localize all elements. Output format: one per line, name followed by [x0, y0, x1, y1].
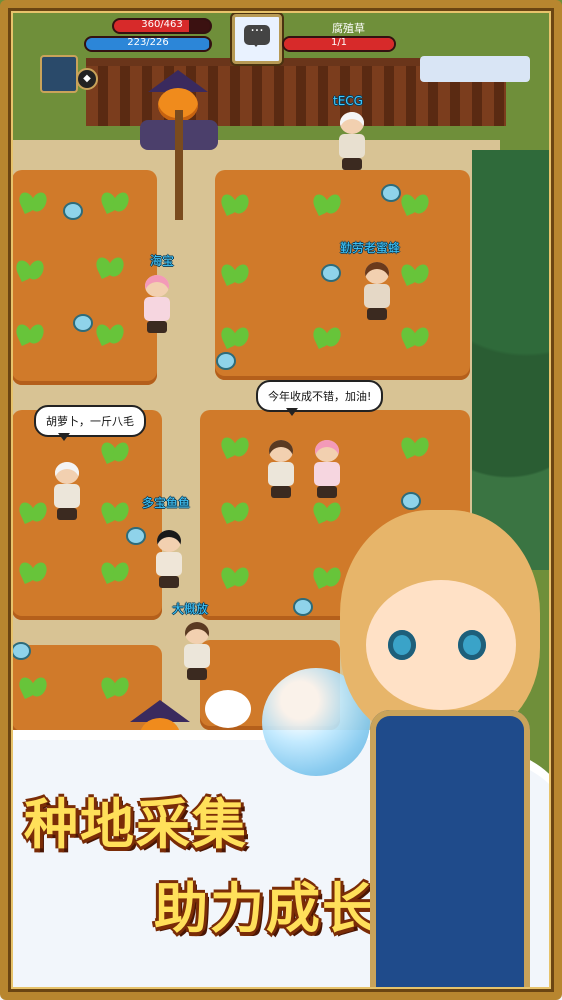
frost-herb[interactable] [62, 200, 84, 220]
frost-herb[interactable] [400, 490, 422, 510]
hp-text: 360/463 [141, 19, 183, 30]
chat-bubble-icon: ··· [244, 24, 270, 47]
character-legs [147, 321, 167, 333]
speech-bubble-left: 胡萝卜，一斤八毛 [34, 405, 146, 441]
mp-text: 223/226 [127, 37, 169, 48]
pine-trees [472, 150, 562, 570]
frost-herb[interactable] [215, 350, 237, 370]
player-character[interactable] [333, 112, 371, 170]
character-body [268, 462, 294, 486]
player-name-duobao[interactable]: 多宝鱼鱼 [142, 494, 190, 511]
mascot-girl [330, 510, 550, 1000]
carrot-plant[interactable] [95, 255, 125, 279]
carrot-plant[interactable] [400, 435, 430, 459]
carrot-plant[interactable] [400, 325, 430, 349]
frost-herb[interactable] [292, 596, 314, 616]
menu-diamond-icon[interactable]: ◆ [76, 68, 98, 90]
character-body [339, 134, 365, 158]
player-character[interactable] [358, 262, 396, 320]
player-character[interactable] [178, 622, 216, 680]
character-legs [57, 508, 77, 520]
scarecrow[interactable] [130, 70, 225, 220]
character-body [184, 644, 210, 668]
game-screen: tECG 海宝 勤劳老蜜蜂 胡萝卜，一斤八毛 今年收成不错，加油! 多宝鱼鱼 大… [0, 0, 562, 1000]
player-character[interactable] [262, 440, 300, 498]
character-legs [367, 308, 387, 320]
player-character[interactable] [150, 530, 188, 588]
character-legs [271, 486, 291, 498]
character-head [340, 112, 364, 134]
frost-herb[interactable] [380, 182, 402, 202]
scarecrow-pole [175, 110, 183, 220]
character-head [365, 262, 389, 284]
player-portrait-icon[interactable] [40, 55, 78, 93]
mascot-eye-left [388, 630, 416, 660]
character-head [157, 530, 181, 552]
player-character[interactable] [138, 275, 176, 333]
mp-bar: 223/226 [84, 36, 212, 52]
character-body [314, 462, 340, 486]
character-head [185, 622, 209, 644]
carrot-plant[interactable] [100, 440, 130, 464]
character-legs [159, 576, 179, 588]
carrot-plant[interactable] [18, 560, 48, 584]
character-head [145, 275, 169, 297]
character-body [156, 552, 182, 576]
frost-herb[interactable] [320, 262, 342, 282]
carrot-plant[interactable] [400, 262, 430, 286]
player-name-qinlao[interactable]: 勤劳老蜜蜂 [340, 239, 400, 256]
hp-bar: 360/463 [112, 18, 212, 34]
carrot-plant[interactable] [100, 675, 130, 699]
character-head [315, 440, 339, 462]
character-body [54, 484, 80, 508]
frost-herb[interactable] [125, 525, 147, 545]
character-legs [317, 486, 337, 498]
frost-herb[interactable] [10, 640, 32, 660]
frost-herb[interactable] [72, 312, 94, 332]
carrot-plant[interactable] [95, 322, 125, 346]
player-name-tecg[interactable]: tECG [333, 94, 363, 108]
character-legs [342, 158, 362, 170]
player-character[interactable] [308, 440, 346, 498]
mascot-eye-right [458, 630, 486, 660]
carrot-plant[interactable] [15, 322, 45, 346]
carrot-plant[interactable] [220, 262, 250, 286]
carrot-plant[interactable] [312, 192, 342, 216]
target-hp-text: 1/1 [330, 37, 348, 48]
player-name-dagai[interactable]: 大概放 [172, 600, 208, 617]
character-body [364, 284, 390, 308]
slogan-line-1: 种地采集 [24, 793, 248, 856]
carrot-plant[interactable] [100, 560, 130, 584]
target-avatar[interactable]: ··· [232, 14, 282, 64]
speech-bubble-right: 今年收成不错，加油! [256, 380, 384, 416]
hud-bar: ◆ 360/463 223/226 ··· 腐殖草 1/1 [12, 10, 550, 93]
character-body [144, 297, 170, 321]
character-legs [187, 668, 207, 680]
carrot-plant[interactable] [312, 325, 342, 349]
carrot-plant[interactable] [18, 190, 48, 214]
mascot-dress [370, 710, 530, 1000]
carrot-plant[interactable] [100, 190, 130, 214]
carrot-plant[interactable] [18, 500, 48, 524]
character-head [55, 462, 79, 484]
carrot-plant[interactable] [100, 500, 130, 524]
player-name-haibao[interactable]: 海宝 [150, 252, 174, 269]
carrot-plant[interactable] [220, 325, 250, 349]
carrot-plant[interactable] [15, 258, 45, 282]
carrot-plant[interactable] [220, 500, 250, 524]
target-name: 腐殖草 [332, 22, 365, 35]
field-plot-top-right [215, 170, 470, 380]
player-character[interactable] [48, 462, 86, 520]
character-head [269, 440, 293, 462]
steam-puff [205, 690, 251, 728]
carrot-plant[interactable] [400, 192, 430, 216]
carrot-plant[interactable] [220, 435, 250, 459]
carrot-plant[interactable] [18, 675, 48, 699]
carrot-plant[interactable] [220, 565, 250, 589]
target-hp-bar: 1/1 [282, 36, 396, 52]
